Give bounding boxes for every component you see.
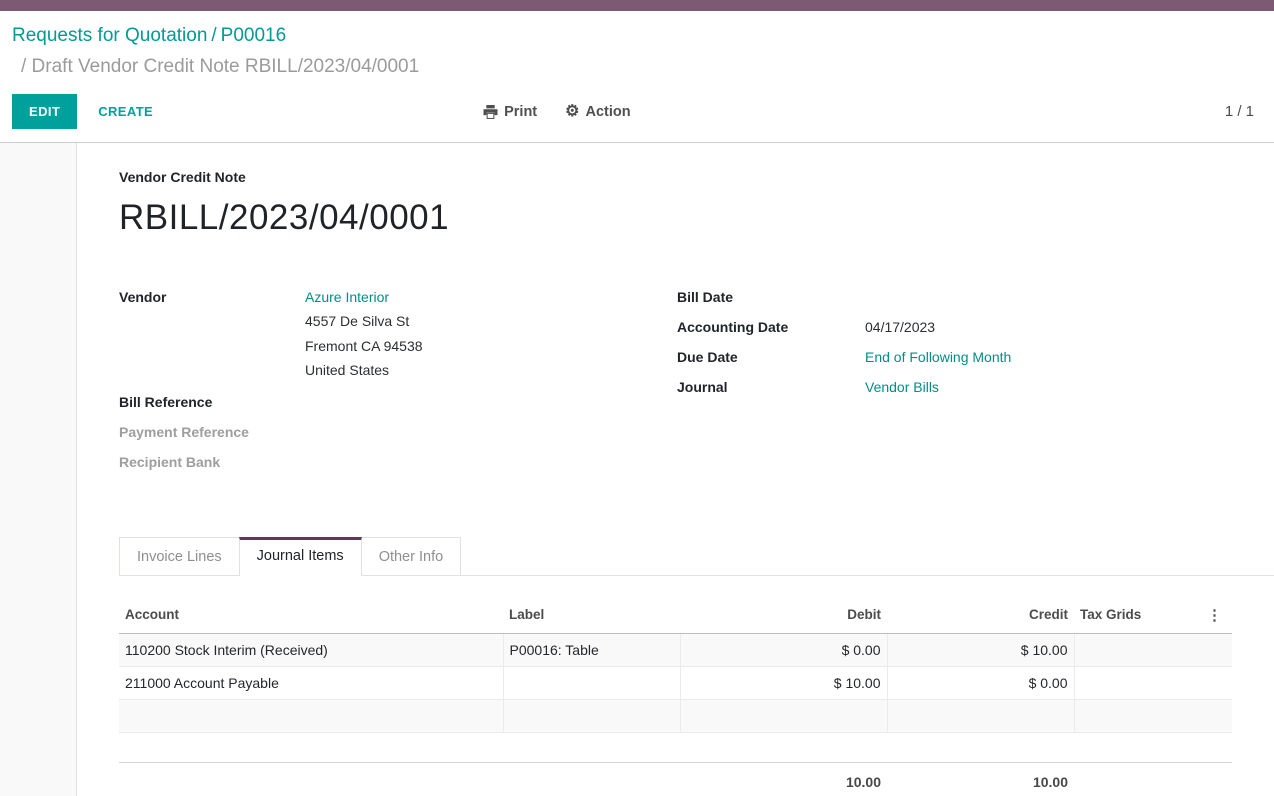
field-vendor: Vendor Azure Interior 4557 De Silva St F…	[119, 285, 677, 383]
document-number: RBILL/2023/04/0001	[119, 198, 1274, 238]
cell-label[interactable]: P00016: Table	[503, 633, 680, 666]
fields-right-column: Bill Date Accounting Date 04/17/2023 Due…	[677, 285, 1274, 480]
left-gutter	[0, 143, 77, 796]
table-row-empty	[119, 699, 1232, 732]
table-row[interactable]: 211000 Account Payable $ 10.00 $ 0.00	[119, 666, 1232, 699]
action-label: Action	[585, 104, 630, 120]
breadcrumb-parent-link[interactable]: Requests for Quotation	[12, 25, 207, 46]
journal-items-table: Account Label Debit Credit Tax Grids ⋮ 1…	[119, 597, 1232, 796]
tab-journal-items[interactable]: Journal Items	[239, 537, 362, 575]
cell-debit[interactable]: $ 0.00	[680, 633, 887, 666]
bill-date-label: Bill Date	[677, 285, 865, 309]
vendor-value: Azure Interior 4557 De Silva St Fremont …	[305, 285, 423, 383]
vendor-label: Vendor	[119, 285, 305, 383]
cell-account[interactable]: 110200 Stock Interim (Received)	[119, 633, 503, 666]
form-sheet: Vendor Credit Note RBILL/2023/04/0001 Ve…	[77, 143, 1274, 796]
due-date-link[interactable]: End of Following Month	[865, 345, 1011, 369]
field-payment-reference: Payment Reference	[119, 420, 677, 444]
tab-other-info[interactable]: Other Info	[361, 537, 461, 575]
optional-columns-icon[interactable]: ⋮	[1189, 597, 1232, 634]
recipient-bank-label: Recipient Bank	[119, 450, 305, 474]
vendor-address-line: United States	[305, 358, 423, 383]
due-date-label: Due Date	[677, 345, 865, 369]
column-header-debit[interactable]: Debit	[680, 597, 887, 634]
table-row[interactable]: 110200 Stock Interim (Received) P00016: …	[119, 633, 1232, 666]
table-header-row: Account Label Debit Credit Tax Grids ⋮	[119, 597, 1232, 634]
print-label: Print	[504, 104, 537, 120]
column-header-tax-grids[interactable]: Tax Grids	[1074, 597, 1189, 634]
pager[interactable]: 1 / 1	[1225, 103, 1262, 120]
print-menu[interactable]: Print	[483, 104, 537, 120]
breadcrumb: Requests for Quotation/P00016	[12, 21, 1262, 51]
table-totals-row: 10.00 10.00	[119, 762, 1232, 796]
column-header-account[interactable]: Account	[119, 597, 503, 634]
field-journal: Journal Vendor Bills	[677, 375, 1274, 399]
button-row: EDIT CREATE Print ⚙ Action 1 / 1	[12, 94, 1262, 129]
doc-type-label: Vendor Credit Note	[119, 169, 1274, 185]
cell-options	[1189, 666, 1232, 699]
table-spacer-row	[119, 732, 1232, 762]
action-menu[interactable]: ⚙ Action	[565, 104, 630, 120]
payment-reference-label: Payment Reference	[119, 420, 305, 444]
content-area: Vendor Credit Note RBILL/2023/04/0001 Ve…	[0, 143, 1274, 796]
field-bill-reference: Bill Reference	[119, 390, 677, 414]
accounting-date-label: Accounting Date	[677, 315, 865, 339]
tab-invoice-lines[interactable]: Invoice Lines	[119, 537, 240, 575]
gear-icon: ⚙	[565, 105, 579, 119]
journal-link[interactable]: Vendor Bills	[865, 375, 939, 399]
top-navbar	[0, 0, 1274, 11]
column-header-label[interactable]: Label	[503, 597, 680, 634]
field-due-date: Due Date End of Following Month	[677, 345, 1274, 369]
cell-credit[interactable]: $ 0.00	[887, 666, 1074, 699]
fields-left-column: Vendor Azure Interior 4557 De Silva St F…	[119, 285, 677, 480]
breadcrumb-record-link[interactable]: P00016	[221, 25, 287, 46]
cell-account[interactable]: 211000 Account Payable	[119, 666, 503, 699]
action-menus: Print ⚙ Action	[483, 104, 630, 120]
bill-reference-label: Bill Reference	[119, 390, 305, 414]
vendor-link[interactable]: Azure Interior	[305, 285, 423, 309]
field-recipient-bank: Recipient Bank	[119, 450, 677, 474]
cell-label[interactable]	[503, 666, 680, 699]
cell-credit[interactable]: $ 10.00	[887, 633, 1074, 666]
field-grid: Vendor Azure Interior 4557 De Silva St F…	[119, 285, 1274, 480]
cell-tax-grids[interactable]	[1074, 633, 1189, 666]
control-panel: Requests for Quotation/P00016 / Draft Ve…	[0, 11, 1274, 143]
field-bill-date: Bill Date	[677, 285, 1274, 309]
breadcrumb-separator: /	[211, 25, 216, 46]
vendor-address-line: 4557 De Silva St	[305, 309, 423, 334]
column-header-credit[interactable]: Credit	[887, 597, 1074, 634]
create-button[interactable]: CREATE	[98, 104, 153, 119]
field-accounting-date: Accounting Date 04/17/2023	[677, 315, 1274, 339]
cell-tax-grids[interactable]	[1074, 666, 1189, 699]
vendor-address-line: Fremont CA 94538	[305, 334, 423, 359]
cell-options	[1189, 633, 1232, 666]
total-credit: 10.00	[887, 762, 1074, 796]
printer-icon	[483, 105, 498, 119]
total-debit: 10.00	[680, 762, 887, 796]
journal-label: Journal	[677, 375, 865, 399]
notebook-tabs: Invoice Lines Journal Items Other Info	[119, 537, 1274, 576]
cell-debit[interactable]: $ 10.00	[680, 666, 887, 699]
edit-button[interactable]: EDIT	[12, 94, 77, 129]
accounting-date-value: 04/17/2023	[865, 315, 935, 339]
breadcrumb-current: / Draft Vendor Credit Note RBILL/2023/04…	[12, 51, 1262, 82]
